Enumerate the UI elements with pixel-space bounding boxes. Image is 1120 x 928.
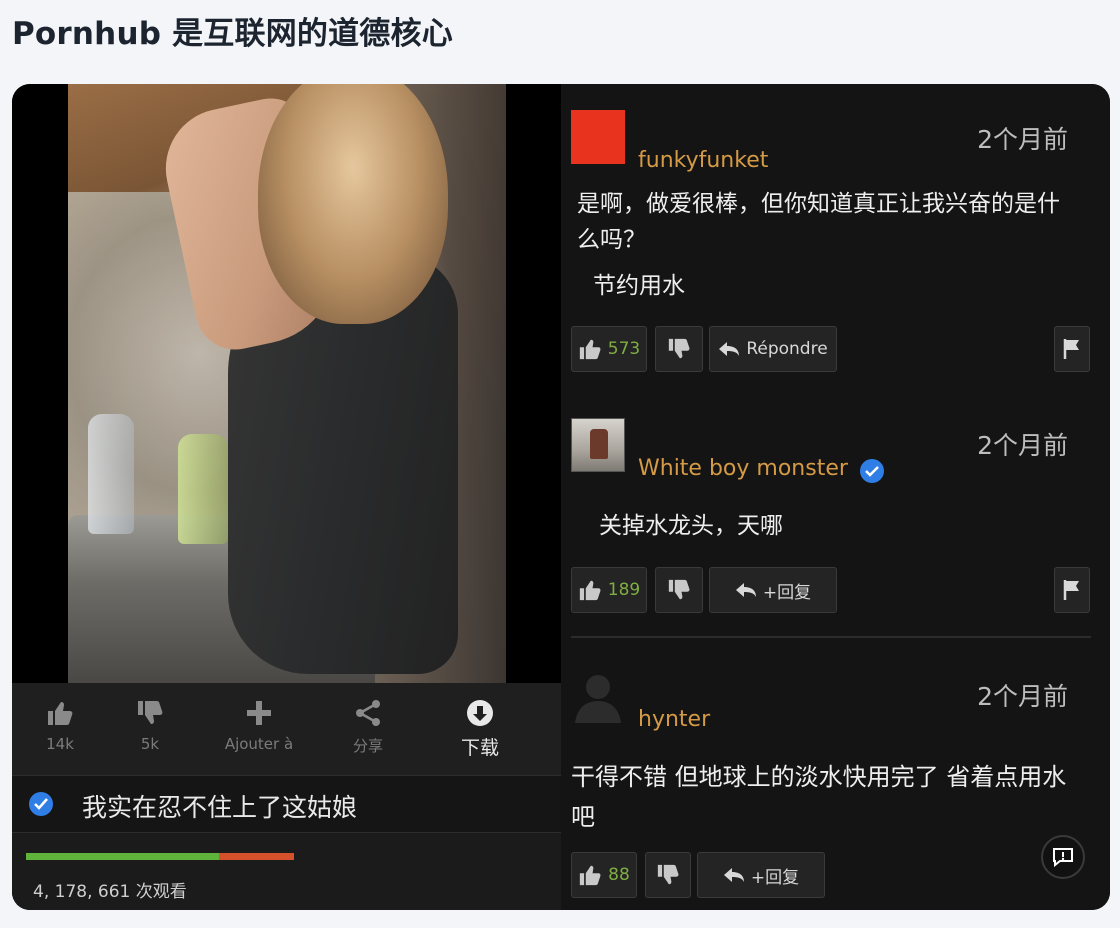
comment-like-button[interactable]: 189 xyxy=(571,567,647,613)
download-icon xyxy=(440,697,520,729)
reply-icon xyxy=(719,342,740,356)
comment-dislike-button[interactable] xyxy=(655,326,703,372)
reply-icon xyxy=(723,868,744,882)
plus-icon xyxy=(219,697,299,729)
like-count: 573 xyxy=(607,339,641,359)
comment-dislike-button[interactable] xyxy=(655,567,703,613)
comment-like-button[interactable]: 573 xyxy=(571,326,647,372)
report-flag-button[interactable] xyxy=(1054,326,1090,372)
comment-time: 2个月前 xyxy=(977,431,1068,460)
comment-username[interactable]: funkyfunket xyxy=(638,148,768,173)
comment-text: 是啊，做爱很棒，但你知道真正让我兴奋的是什么吗？ xyxy=(577,191,1060,253)
add-to-button[interactable]: Ajouter à xyxy=(219,697,299,753)
thumbs-up-icon xyxy=(20,697,100,729)
report-flag-button[interactable] xyxy=(1054,567,1090,613)
meme-image-card: 14k 5k Ajouter à 分享 下载 我实在忍不住上了这姑娘 4, 17… xyxy=(12,84,1110,910)
feedback-button[interactable] xyxy=(1041,835,1085,879)
reply-button[interactable]: +回复 xyxy=(697,852,825,898)
avatar[interactable] xyxy=(571,110,625,164)
flag-icon xyxy=(1063,580,1079,600)
page-title: Pornhub 是互联网的道德核心 xyxy=(12,16,453,52)
report-icon xyxy=(1053,848,1073,867)
thumbs-down-icon xyxy=(668,338,690,359)
reply-button[interactable]: Répondre xyxy=(709,326,837,372)
dislike-button[interactable]: 5k xyxy=(110,697,190,753)
thumbs-up-icon xyxy=(579,580,601,601)
rating-bar-likes xyxy=(26,853,219,860)
comment-like-button[interactable]: 88 xyxy=(571,852,637,898)
comment-text: 关掉水龙头，天哪 xyxy=(599,513,783,539)
reply-label: Répondre xyxy=(746,339,828,359)
comment-username[interactable]: hynter xyxy=(638,707,710,732)
reply-label: +回复 xyxy=(750,867,800,888)
comment-text: 干得不错 但地球上的淡水快用完了 省着点用水吧 xyxy=(571,763,1067,831)
comment-username[interactable]: White boy monster xyxy=(638,456,848,481)
video-thumbnail[interactable] xyxy=(68,84,506,683)
comment-dislike-button[interactable] xyxy=(645,852,691,898)
reply-label: +回复 xyxy=(762,582,812,603)
thumbs-down-icon xyxy=(668,579,690,600)
view-count: 4, 178, 661 次观看 xyxy=(33,882,187,902)
share-icon xyxy=(328,697,408,729)
video-title: 我实在忍不住上了这姑娘 xyxy=(82,793,358,822)
thumbs-down-icon xyxy=(657,864,679,885)
video-action-bar: 14k 5k Ajouter à 分享 下载 xyxy=(12,683,561,775)
reply-icon xyxy=(735,583,756,597)
like-button[interactable]: 14k xyxy=(20,697,100,753)
share-button[interactable]: 分享 xyxy=(328,697,408,756)
verified-check-icon xyxy=(860,459,884,483)
comment-time: 2个月前 xyxy=(977,125,1068,154)
comment-time: 2个月前 xyxy=(977,682,1068,711)
rating-bar-dislikes xyxy=(219,853,294,860)
avatar[interactable] xyxy=(571,418,625,472)
thumbs-up-icon xyxy=(579,339,601,360)
comment-divider xyxy=(571,636,1091,638)
flag-icon xyxy=(1063,339,1079,359)
thumbs-up-icon xyxy=(580,865,601,886)
comments-panel: funkyfunket 2个月前 是啊，做爱很棒，但你知道真正让我兴奋的是什么吗… xyxy=(561,84,1110,910)
video-panel: 14k 5k Ajouter à 分享 下载 我实在忍不住上了这姑娘 4, 17… xyxy=(12,84,561,910)
verified-check-icon xyxy=(29,792,53,816)
video-title-row: 我实在忍不住上了这姑娘 xyxy=(12,775,561,833)
download-button[interactable]: 下载 xyxy=(440,697,520,760)
like-count: 88 xyxy=(608,865,630,885)
avatar[interactable] xyxy=(571,669,625,723)
reply-button[interactable]: +回复 xyxy=(709,567,837,613)
default-user-icon xyxy=(575,675,621,723)
like-count: 189 xyxy=(607,580,641,600)
rating-bar xyxy=(26,853,294,860)
comment-text-line2: 节约用水 xyxy=(593,273,685,299)
thumbs-down-icon xyxy=(110,697,190,729)
video-stats: 4, 178, 661 次观看 xyxy=(12,833,561,910)
